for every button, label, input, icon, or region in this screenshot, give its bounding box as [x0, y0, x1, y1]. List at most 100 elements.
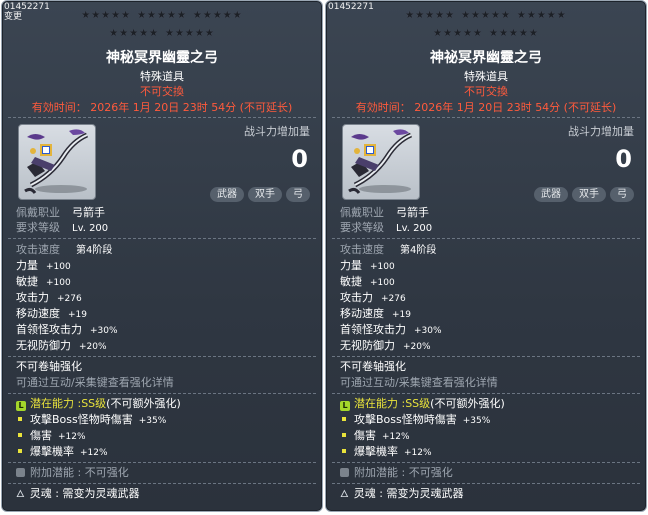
star-group: ★★★★★	[405, 10, 456, 21]
star-row-bottom: ★★★★★ ★★★★★	[326, 28, 646, 40]
star-row-bottom: ★★★★★ ★★★★★	[2, 28, 322, 40]
attack-speed-value: 第4阶段	[400, 245, 437, 256]
scroll-hint-row: 可通过互动/采集键查看强化详情	[340, 376, 498, 389]
bullet-icon	[342, 417, 346, 421]
stat-row: 敏捷 +100	[340, 275, 395, 288]
item-tags: 武器 双手 弓	[534, 187, 634, 202]
bullet-icon	[342, 449, 346, 453]
level-value: Lv. 200	[72, 223, 109, 234]
item-name: 神祕冥界幽靈之弓	[430, 50, 542, 66]
bullet-icon	[342, 433, 346, 437]
item-tags: 武器 双手 弓	[210, 187, 310, 202]
power-increase-label: 战斗力增加量	[244, 125, 310, 138]
job-label: 佩戴职业	[16, 206, 60, 219]
extra-potential-badge-icon	[340, 468, 349, 477]
level-row: 要求等级 Lv. 200	[340, 221, 432, 236]
soul-row: 🜂 灵魂 : 需变为灵魂武器	[340, 487, 464, 500]
bullet-icon	[18, 433, 22, 437]
tag-two-handed: 双手	[572, 187, 606, 202]
star-group: ★★★★★	[516, 10, 567, 21]
star-row-top: ★★★★★ ★★★★★ ★★★★★	[2, 10, 322, 22]
level-value: Lv. 200	[396, 223, 433, 234]
expire-time: 有効时间： 2026年 1月 20日 23时 54分 (不可延长)	[31, 101, 293, 114]
star-group: ★★★★★	[81, 10, 132, 21]
star-group: ★★★★★	[433, 28, 483, 39]
star-group: ★★★★★	[137, 10, 187, 21]
potential-header: L 潜在能力 : SS级(不可额外强化)	[16, 397, 181, 411]
stat-row: 攻击力 +276	[16, 291, 82, 304]
item-tooltip-right: 01452271 ★★★★★ ★★★★★ ★★★★★ ★★★★★ ★★★★★ 神…	[325, 0, 647, 512]
power-increase-value: 0	[291, 145, 308, 173]
item-icon-box	[18, 124, 96, 200]
stat-row: 攻击力 +276	[340, 291, 406, 304]
power-increase-value: 0	[615, 145, 632, 173]
no-trade-label: 不可交換	[464, 85, 508, 98]
no-scroll-row: 不可卷轴强化	[340, 360, 406, 373]
potential-line: 傷害 +12%	[340, 429, 410, 444]
job-label: 佩戴职业	[340, 206, 384, 219]
stat-row: 敏捷 +100	[16, 275, 71, 288]
no-trade-label: 不可交換	[140, 85, 184, 98]
stat-row: 无视防御力 +20%	[340, 339, 431, 352]
divider	[8, 393, 316, 394]
divider	[332, 117, 640, 118]
no-scroll-row: 不可卷轴强化	[16, 360, 82, 373]
job-value: 弓箭手	[72, 206, 105, 219]
stat-row: 首领怪攻击力 +30%	[340, 323, 442, 336]
divider	[332, 483, 640, 484]
item-tooltip-left: 01452271 变更 ★★★★★ ★★★★★ ★★★★★ ★★★★★ ★★★★…	[1, 0, 323, 512]
level-label: 要求等级	[340, 221, 384, 234]
tag-two-handed: 双手	[248, 187, 282, 202]
job-row: 佩戴职业 弓箭手	[340, 206, 429, 220]
job-row: 佩戴职业 弓箭手	[16, 206, 105, 220]
star-group: ★★★★★	[461, 10, 511, 21]
attack-speed-label: 攻击速度	[16, 243, 60, 256]
divider	[8, 462, 316, 463]
divider	[8, 238, 316, 239]
star-row-top: ★★★★★ ★★★★★ ★★★★★	[326, 10, 646, 22]
divider	[332, 356, 640, 357]
divider	[332, 238, 640, 239]
item-category: 特殊道具	[140, 70, 184, 83]
stat-row: 移动速度 +19	[16, 307, 87, 320]
extra-potential-row: 附加潜能 : 不可强化	[340, 466, 453, 480]
bullet-icon	[18, 449, 22, 453]
potential-line: 攻擊Boss怪物時傷害 +35%	[16, 413, 166, 428]
divider	[332, 393, 640, 394]
item-category: 特殊道具	[464, 70, 508, 83]
tag-bow: 弓	[286, 187, 310, 202]
extra-potential-row: 附加潜能 : 不可强化	[16, 466, 129, 480]
item-name: 神秘冥界幽靈之弓	[106, 50, 218, 66]
stat-row: 无视防御力 +20%	[16, 339, 107, 352]
bullet-icon	[18, 417, 22, 421]
job-value: 弓箭手	[396, 206, 429, 219]
star-group: ★★★★★	[165, 28, 215, 39]
divider	[332, 462, 640, 463]
soul-flame-icon: 🜂	[16, 489, 25, 500]
scroll-hint-row: 可通过互动/采集键查看强化详情	[16, 376, 174, 389]
legendary-badge-icon: L	[340, 401, 350, 411]
expire-time: 有効时间： 2026年 1月 20日 23时 54分 (不可延长)	[355, 101, 617, 114]
potential-header: L 潜在能力 : SS级(不可额外强化)	[340, 397, 505, 411]
extra-potential-badge-icon	[16, 468, 25, 477]
stat-row: 力量 +100	[340, 259, 395, 272]
item-icon-box	[342, 124, 420, 200]
power-increase-label: 战斗力增加量	[568, 125, 634, 138]
divider	[8, 117, 316, 118]
star-group: ★★★★★	[192, 10, 243, 21]
star-group: ★★★★★	[489, 28, 539, 39]
stat-row: 移动速度 +19	[340, 307, 411, 320]
attack-speed-row: 攻击速度 第4阶段	[16, 243, 112, 258]
tag-weapon: 武器	[210, 187, 244, 202]
divider	[8, 356, 316, 357]
bow-icon	[24, 129, 89, 194]
level-row: 要求等级 Lv. 200	[16, 221, 108, 236]
tag-weapon: 武器	[534, 187, 568, 202]
star-group: ★★★★★	[109, 28, 159, 39]
divider	[8, 483, 316, 484]
legendary-badge-icon: L	[16, 401, 26, 411]
potential-line: 爆擊機率 +12%	[16, 445, 108, 460]
potential-line: 傷害 +12%	[16, 429, 86, 444]
soul-flame-icon: 🜂	[340, 489, 349, 500]
attack-speed-row: 攻击速度 第4阶段	[340, 243, 436, 258]
